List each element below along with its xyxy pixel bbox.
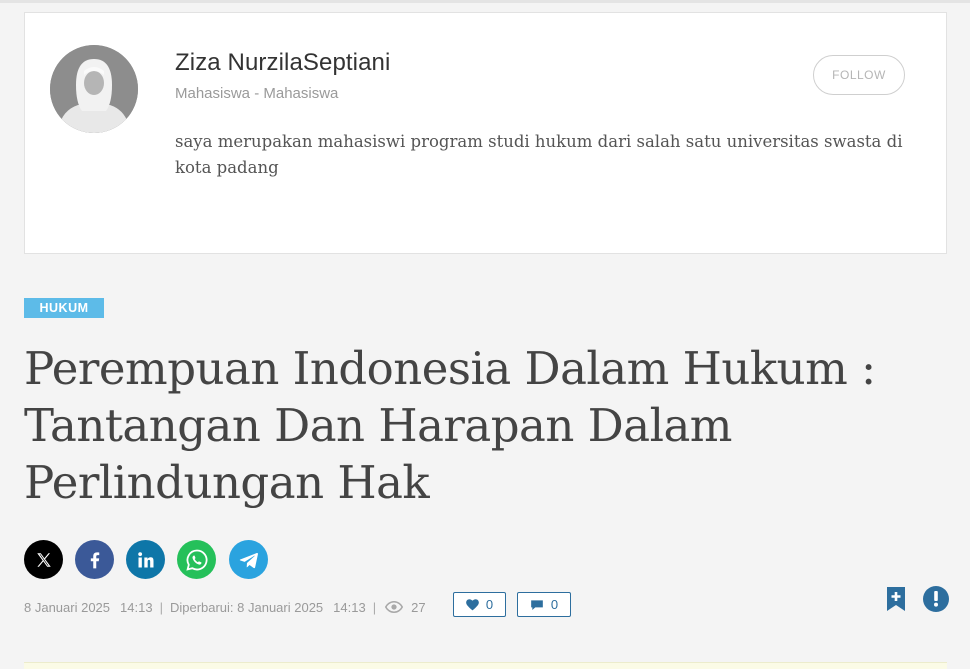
meta-separator: | [159, 599, 163, 615]
share-linkedin-button[interactable] [126, 540, 165, 579]
share-facebook-button[interactable] [75, 540, 114, 579]
like-button[interactable]: 0 [453, 592, 506, 617]
bookmark-button[interactable] [886, 586, 906, 617]
author-avatar[interactable] [50, 45, 138, 133]
like-count: 0 [485, 597, 494, 612]
meta-separator: | [372, 599, 377, 615]
article-title: Perempuan Indonesia Dalam Hukum : Tantan… [24, 342, 876, 509]
telegram-icon [239, 552, 258, 568]
exclamation-icon [934, 591, 938, 607]
published-date: 8 Januari 2025 [24, 599, 111, 615]
linkedin-icon [137, 551, 153, 567]
eye-icon [385, 601, 404, 613]
heart-icon [466, 598, 479, 610]
share-telegram-button[interactable] [229, 540, 268, 579]
whatsapp-icon [185, 549, 207, 571]
author-card: Ziza NurzilaSeptiani Mahasiswa - Mahasis… [24, 12, 947, 254]
report-button[interactable] [923, 586, 949, 612]
follow-button[interactable]: FOLLOW [813, 55, 905, 95]
view-count: 27 [411, 599, 426, 615]
comment-icon [531, 599, 543, 610]
top-divider [0, 0, 970, 3]
updated-date: Diperbarui: 8 Januari 2025 [169, 599, 324, 615]
comment-button[interactable]: 0 [517, 592, 571, 617]
author-role: Mahasiswa - Mahasiswa [175, 85, 339, 102]
facebook-icon [90, 551, 99, 568]
author-name[interactable]: Ziza NurzilaSeptiani [175, 49, 390, 77]
share-x-button[interactable] [24, 540, 63, 579]
comment-count: 0 [550, 597, 559, 612]
category-badge[interactable]: HUKUM [24, 298, 104, 318]
hijab-woman-avatar-icon [50, 45, 138, 133]
share-whatsapp-button[interactable] [177, 540, 216, 579]
bookmark-add-icon [887, 587, 905, 611]
updated-time: 14:13 [333, 599, 366, 615]
article-meta: 8 Januari 2025 14:13 | Diperbarui: 8 Jan… [24, 597, 426, 617]
published-time: 14:13 [120, 599, 153, 615]
author-bio: saya merupakan mahasiswi program studi h… [175, 132, 903, 177]
x-icon [36, 552, 51, 567]
